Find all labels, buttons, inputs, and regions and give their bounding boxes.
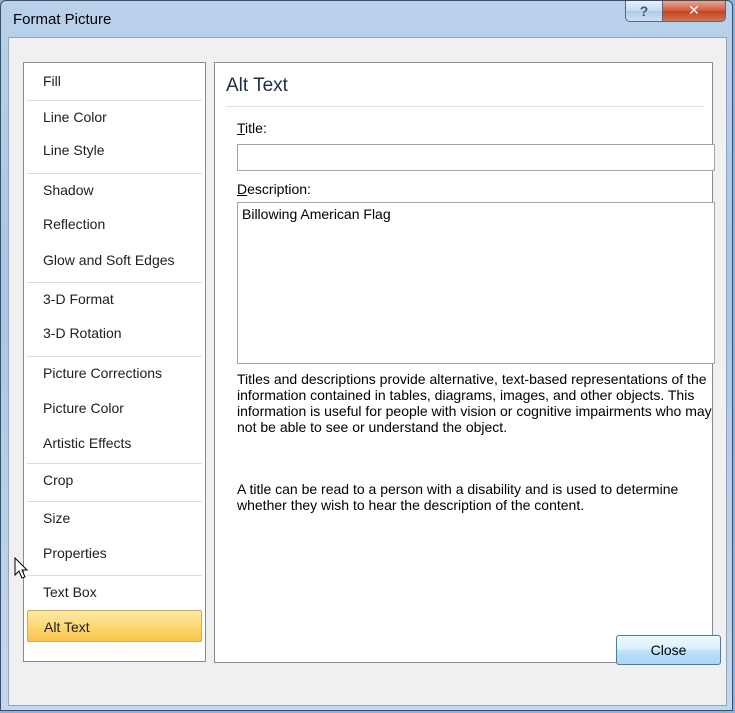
sidebar-item-3d-rotation[interactable]: 3-D Rotation [27, 317, 202, 349]
sidebar-item-picture-color[interactable]: Picture Color [27, 392, 202, 424]
sidebar-item-reflection[interactable]: Reflection [27, 208, 202, 240]
sidebar-item-crop[interactable]: Crop [27, 463, 202, 495]
sidebar-item-3d-format[interactable]: 3-D Format [27, 282, 202, 314]
panel-heading: Alt Text [226, 75, 288, 96]
close-button[interactable]: Close [616, 635, 721, 665]
sidebar-item-fill[interactable]: Fill [27, 65, 202, 97]
sidebar-item-text-box[interactable]: Text Box [27, 575, 202, 607]
dialog-body: Fill Line Color Line Style Shadow Reflec… [8, 37, 727, 706]
close-icon: ✕ [688, 3, 700, 19]
help-button[interactable]: ? [625, 1, 663, 22]
sidebar-item-properties[interactable]: Properties [27, 537, 202, 569]
description-label: Description: [237, 181, 311, 197]
title-accel: T [237, 120, 246, 136]
sidebar-item-line-color[interactable]: Line Color [27, 100, 202, 132]
sidebar-item-shadow[interactable]: Shadow [27, 173, 202, 205]
alt-text-help-paragraph-2: A title can be read to a person with a d… [237, 481, 679, 513]
format-picture-dialog: Format Picture ? ✕ Fill Line Color Line … [0, 0, 733, 711]
help-icon: ? [639, 3, 649, 19]
title-input[interactable] [237, 144, 715, 171]
title-label-rest: itle: [245, 120, 267, 136]
alt-text-help-paragraph-1: Titles and descriptions provide alternat… [237, 371, 712, 435]
title-label: Title: [237, 120, 267, 136]
category-list: Fill Line Color Line Style Shadow Reflec… [23, 62, 206, 662]
sidebar-item-size[interactable]: Size [27, 501, 202, 533]
alt-text-panel: Alt Text Title: Description: Billowing A… [214, 62, 715, 663]
sidebar-item-picture-corrections[interactable]: Picture Corrections [27, 356, 202, 388]
sidebar-item-alt-text[interactable]: Alt Text [27, 610, 202, 642]
sidebar-item-line-style[interactable]: Line Style [27, 134, 202, 166]
window-title: Format Picture [13, 11, 112, 28]
heading-divider [226, 106, 704, 107]
sidebar-item-artistic-effects[interactable]: Artistic Effects [27, 427, 202, 459]
description-input[interactable]: Billowing American Flag [237, 202, 715, 364]
title-bar[interactable]: Format Picture ? ✕ [1, 1, 732, 37]
sidebar-item-glow-soft-edges[interactable]: Glow and Soft Edges [27, 244, 202, 276]
description-label-rest: escription: [247, 181, 311, 197]
arrow-pointer-icon [14, 557, 29, 579]
window-close-button[interactable]: ✕ [662, 1, 726, 22]
description-accel: D [237, 181, 248, 197]
